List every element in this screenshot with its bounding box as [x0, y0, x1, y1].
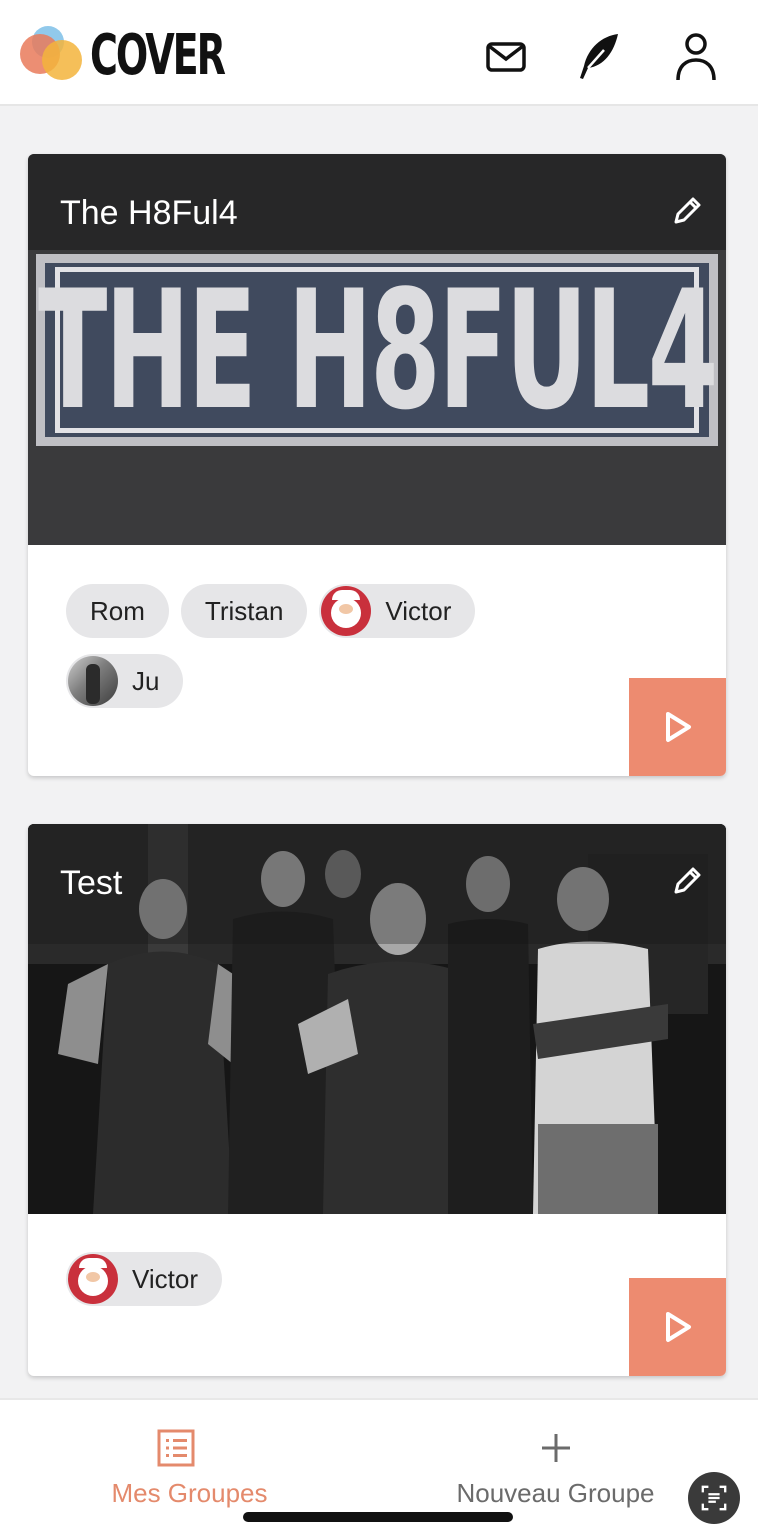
- nav-label: Mes Groupes: [111, 1478, 268, 1508]
- app-name: COVER: [90, 23, 226, 88]
- group-title: The H8Ful4: [60, 194, 238, 232]
- banner-text: THE H8FUL4: [38, 254, 718, 446]
- member-name: Victor: [385, 595, 452, 626]
- avatar: [68, 1254, 118, 1304]
- user-icon[interactable]: [672, 30, 720, 82]
- group-title: Test: [60, 864, 123, 902]
- scan-text-icon: [701, 1485, 727, 1511]
- card-title-bar: The H8Ful4: [28, 154, 726, 250]
- group-card[interactable]: THE H8FUL4 The H8Ful4 Rom Tristan Victor Ju: [28, 154, 726, 776]
- member-list: Victor: [66, 1252, 566, 1322]
- scan-text-button[interactable]: [688, 1472, 740, 1524]
- edit-pencil-icon[interactable]: [670, 864, 704, 898]
- avatar: [321, 586, 372, 636]
- member-chip[interactable]: Tristan: [180, 584, 308, 638]
- list-icon: [157, 1429, 195, 1467]
- member-name: Rom: [90, 595, 145, 626]
- mail-icon[interactable]: [482, 30, 530, 82]
- open-group-button[interactable]: [629, 1278, 726, 1376]
- member-chip[interactable]: Ju: [66, 654, 184, 708]
- member-chip[interactable]: Rom: [66, 584, 169, 638]
- member-chip[interactable]: Victor: [66, 1252, 222, 1306]
- app-header: COVER: [0, 0, 758, 106]
- edit-pencil-icon[interactable]: [670, 194, 704, 228]
- avatar: [68, 656, 118, 706]
- member-name: Ju: [132, 665, 160, 696]
- play-icon: [665, 1312, 691, 1342]
- app-logo[interactable]: COVER: [20, 26, 287, 86]
- card-title-bar: Test: [28, 824, 726, 944]
- member-name: Tristan: [204, 595, 284, 626]
- plus-icon: [542, 1434, 570, 1462]
- home-indicator: [243, 1512, 513, 1522]
- logo-icon: [20, 26, 84, 86]
- group-card[interactable]: Test Victor: [28, 824, 726, 1376]
- group-banner: THE H8FUL4: [36, 254, 718, 446]
- play-icon: [665, 712, 691, 742]
- member-name: Victor: [132, 1263, 198, 1294]
- open-group-button[interactable]: [629, 678, 726, 776]
- member-chip[interactable]: Victor: [319, 584, 476, 638]
- member-list: Rom Tristan Victor Ju: [66, 584, 566, 724]
- feather-icon[interactable]: [574, 30, 622, 82]
